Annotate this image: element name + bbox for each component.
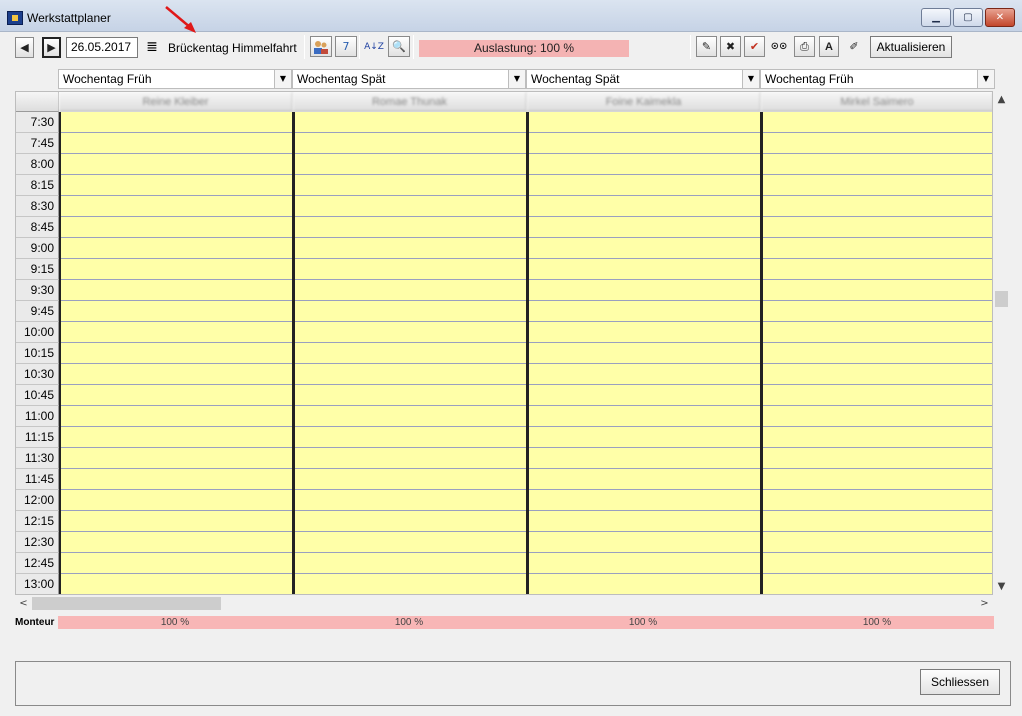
vertical-scrollbar[interactable]: ▲ ▼ xyxy=(993,91,1010,595)
time-slot-label: 7:45 xyxy=(16,133,59,154)
edit-icon[interactable]: ✎ xyxy=(696,36,717,57)
print-icon[interactable]: ⎙ xyxy=(794,36,815,57)
time-slot-label: 9:00 xyxy=(16,238,59,259)
mechanic-column-3[interactable] xyxy=(527,112,761,594)
time-slot-label: 9:45 xyxy=(16,301,59,322)
time-slot-label: 7:30 xyxy=(16,112,59,133)
font-icon[interactable]: A xyxy=(819,36,839,57)
time-slot-label: 8:45 xyxy=(16,217,59,238)
mechanic-header-1[interactable]: Reine Kleiber xyxy=(59,92,293,112)
time-slot-label: 9:30 xyxy=(16,280,59,301)
time-slot-label: 12:45 xyxy=(16,553,59,574)
pen-icon[interactable]: ✐ xyxy=(843,36,865,57)
time-slot-label: 8:30 xyxy=(16,196,59,217)
time-slot-label: 11:15 xyxy=(16,427,59,448)
time-slot-label: 11:00 xyxy=(16,406,59,427)
window-title: Werkstattplaner xyxy=(27,11,111,25)
scroll-left-icon[interactable]: < xyxy=(15,595,32,612)
scroll-up-icon[interactable]: ▲ xyxy=(993,91,1010,108)
time-slot-label: 9:15 xyxy=(16,259,59,280)
toolbar-separator xyxy=(359,35,360,59)
mechanic-header-4[interactable]: Mirkel Saimero xyxy=(761,92,992,112)
shift-select-label: Wochentag Spät xyxy=(531,72,620,86)
monteur-label: Monteur xyxy=(15,617,55,628)
delete-icon[interactable]: ✖ xyxy=(720,36,741,57)
shift-select-label: Wochentag Früh xyxy=(765,72,854,86)
holiday-label: Brückentag Himmelfahrt xyxy=(168,41,297,55)
mechanic-utilization-1: 100 % xyxy=(58,616,292,629)
shift-select-3[interactable]: Wochentag Spät ▼ xyxy=(526,69,760,89)
mechanic-column-2[interactable] xyxy=(293,112,527,594)
vertical-scroll-thumb[interactable] xyxy=(995,291,1008,307)
chevron-down-icon[interactable]: ▼ xyxy=(508,70,525,88)
menu-icon[interactable]: ≣ xyxy=(143,37,161,58)
time-slot-label: 8:00 xyxy=(16,154,59,175)
shift-select-1[interactable]: Wochentag Früh ▼ xyxy=(58,69,292,89)
mechanic-column-1[interactable] xyxy=(59,112,293,594)
mechanic-utilization-3: 100 % xyxy=(526,616,760,629)
binoculars-icon[interactable]: ⊙⊙ xyxy=(768,36,790,57)
schedule-grid[interactable]: Reine Kleiber Romae Thunak Foine Kaimekl… xyxy=(15,91,993,595)
prev-day-button[interactable]: ◀ xyxy=(15,37,34,58)
refresh-button[interactable]: Aktualisieren xyxy=(870,36,952,58)
minimize-button[interactable]: ▁ xyxy=(921,8,951,27)
time-slot-label: 12:15 xyxy=(16,511,59,532)
mechanic-column-4[interactable] xyxy=(761,112,992,594)
toolbar-separator xyxy=(690,35,691,59)
sort-icon[interactable]: A↓Z xyxy=(363,36,385,57)
time-slot-label: 13:00 xyxy=(16,574,59,594)
mechanic-utilization-4: 100 % xyxy=(760,616,994,629)
time-slot-label: 8:15 xyxy=(16,175,59,196)
next-day-button[interactable]: ▶ xyxy=(42,37,61,58)
utilization-bar: Auslastung: 100 % xyxy=(419,40,629,57)
shift-select-label: Wochentag Früh xyxy=(63,72,152,86)
checklist-icon[interactable]: ✔ xyxy=(744,36,765,57)
red-arrow-annotation xyxy=(165,6,196,33)
search-icon[interactable]: 🔍 xyxy=(388,36,410,57)
close-window-button[interactable]: ✕ xyxy=(985,8,1015,27)
footer-panel xyxy=(15,661,1011,706)
shift-select-2[interactable]: Wochentag Spät ▼ xyxy=(292,69,526,89)
shift-select-4[interactable]: Wochentag Früh ▼ xyxy=(760,69,995,89)
app-icon xyxy=(7,11,23,25)
time-slot-label: 12:00 xyxy=(16,490,59,511)
chevron-down-icon[interactable]: ▼ xyxy=(977,70,994,88)
close-button[interactable]: Schliessen xyxy=(920,669,1000,695)
maximize-button[interactable]: ▢ xyxy=(953,8,983,27)
time-slot-label: 12:30 xyxy=(16,532,59,553)
mechanic-utilization-2: 100 % xyxy=(292,616,526,629)
shift-select-label: Wochentag Spät xyxy=(297,72,386,86)
mechanic-header-2[interactable]: Romae Thunak xyxy=(293,92,527,112)
time-slot-label: 10:00 xyxy=(16,322,59,343)
time-slot-label: 10:15 xyxy=(16,343,59,364)
chevron-down-icon[interactable]: ▼ xyxy=(742,70,759,88)
people-icon[interactable] xyxy=(310,36,332,57)
scroll-down-icon[interactable]: ▼ xyxy=(993,578,1010,595)
scroll-right-icon[interactable]: > xyxy=(976,595,993,612)
toolbar-separator xyxy=(304,35,305,59)
calendar-icon[interactable]: 7 xyxy=(335,36,357,57)
horizontal-scrollbar[interactable]: < > xyxy=(15,595,993,612)
time-slot-label: 11:30 xyxy=(16,448,59,469)
toolbar-separator xyxy=(413,35,414,59)
time-slot-label: 10:30 xyxy=(16,364,59,385)
date-field[interactable]: 26.05.2017 xyxy=(66,37,138,58)
chevron-down-icon[interactable]: ▼ xyxy=(274,70,291,88)
time-slot-label: 11:45 xyxy=(16,469,59,490)
horizontal-scroll-thumb[interactable] xyxy=(32,597,221,610)
grid-corner xyxy=(16,92,59,112)
time-slot-label: 10:45 xyxy=(16,385,59,406)
title-bar xyxy=(0,0,1022,32)
mechanic-header-3[interactable]: Foine Kaimekla xyxy=(527,92,761,112)
